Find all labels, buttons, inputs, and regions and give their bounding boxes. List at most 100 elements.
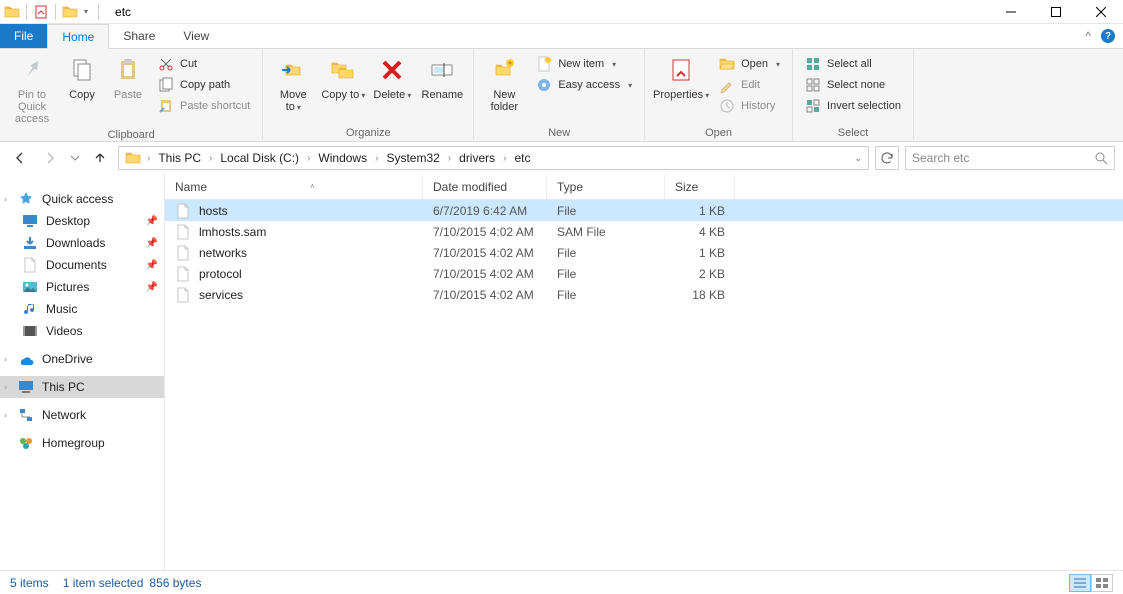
forward-button[interactable] xyxy=(38,146,62,170)
chevron-right-icon[interactable]: › xyxy=(4,354,7,364)
chevron-down-icon: ▾ xyxy=(628,81,632,90)
file-icon xyxy=(175,245,191,261)
chevron-right-icon[interactable]: › xyxy=(501,153,508,164)
chevron-right-icon[interactable]: › xyxy=(305,153,312,164)
new-item-button[interactable]: New item▾ xyxy=(532,54,620,74)
sidebar-item-quick-access[interactable]: ›Quick access xyxy=(0,188,164,210)
paste-button[interactable]: Paste xyxy=(106,52,150,103)
table-row[interactable]: services7/10/2015 4:02 AMFile18 KB xyxy=(165,284,1123,305)
search-input[interactable]: Search etc xyxy=(905,146,1115,170)
edit-icon xyxy=(719,77,735,93)
chevron-right-icon[interactable]: › xyxy=(4,410,7,420)
sidebar-item-network[interactable]: ›Network xyxy=(0,404,164,426)
delete-button[interactable]: Delete▾ xyxy=(369,52,415,103)
tab-home[interactable]: Home xyxy=(47,24,109,49)
sidebar-item-pictures[interactable]: Pictures📌 xyxy=(0,276,164,298)
thumbnails-view-button[interactable] xyxy=(1091,574,1113,592)
breadcrumb[interactable]: etc xyxy=(509,147,537,169)
help-icon[interactable]: ? xyxy=(1101,29,1115,43)
address-dropdown-icon[interactable]: ⌄ xyxy=(854,153,862,164)
star-icon xyxy=(18,191,34,207)
maximize-button[interactable] xyxy=(1033,0,1078,24)
address-bar[interactable]: › This PC› Local Disk (C:)› Windows› Sys… xyxy=(118,146,869,170)
edit-button[interactable]: Edit xyxy=(715,75,764,95)
file-name: protocol xyxy=(199,267,242,281)
chevron-down-icon: ▾ xyxy=(612,60,616,69)
new-folder-button[interactable]: New folder xyxy=(480,52,528,115)
copy-to-icon xyxy=(327,54,359,86)
file-name: lmhosts.sam xyxy=(199,225,266,239)
breadcrumb[interactable]: This PC xyxy=(152,147,207,169)
up-button[interactable] xyxy=(88,146,112,170)
chevron-right-icon[interactable]: › xyxy=(145,153,152,164)
sidebar-item-this-pc[interactable]: ›This PC xyxy=(0,376,164,398)
file-name: services xyxy=(199,288,243,302)
sidebar-item-homegroup[interactable]: Homegroup xyxy=(0,432,164,454)
chevron-right-icon[interactable]: › xyxy=(207,153,214,164)
rename-button[interactable]: Rename xyxy=(417,52,467,103)
sidebar-item-videos[interactable]: Videos xyxy=(0,320,164,342)
close-button[interactable] xyxy=(1078,0,1123,24)
tab-file[interactable]: File xyxy=(0,24,47,48)
open-button[interactable]: Open▾ xyxy=(715,54,784,74)
copy-path-button[interactable]: Copy path xyxy=(154,75,234,95)
tab-view[interactable]: View xyxy=(169,24,223,48)
paste-shortcut-button[interactable]: Paste shortcut xyxy=(154,96,254,116)
sidebar-item-documents[interactable]: Documents📌 xyxy=(0,254,164,276)
sidebar-item-desktop[interactable]: Desktop📌 xyxy=(0,210,164,232)
qat-folder-icon[interactable] xyxy=(62,4,78,20)
chevron-right-icon[interactable]: › xyxy=(373,153,380,164)
chevron-right-icon[interactable]: › xyxy=(446,153,453,164)
details-view-button[interactable] xyxy=(1069,574,1091,592)
sidebar-item-downloads[interactable]: Downloads📌 xyxy=(0,232,164,254)
table-row[interactable]: networks7/10/2015 4:02 AMFile1 KB xyxy=(165,242,1123,263)
homegroup-icon xyxy=(18,435,34,451)
breadcrumb[interactable]: Windows xyxy=(312,147,373,169)
recent-locations-button[interactable] xyxy=(68,146,82,170)
column-name[interactable]: Name˄ xyxy=(165,174,423,199)
invert-selection-button[interactable]: Invert selection xyxy=(801,96,905,116)
move-to-button[interactable]: Move to▾ xyxy=(269,52,317,115)
properties-button[interactable]: Properties▾ xyxy=(651,52,711,103)
column-type[interactable]: Type xyxy=(547,174,665,199)
sidebar-item-onedrive[interactable]: ›OneDrive xyxy=(0,348,164,370)
group-label-clipboard: Clipboard xyxy=(6,127,256,141)
qat-properties-icon[interactable] xyxy=(33,4,49,20)
chevron-right-icon[interactable]: › xyxy=(4,194,7,204)
chevron-right-icon[interactable]: › xyxy=(4,382,7,392)
this-pc-icon xyxy=(18,379,34,395)
select-all-button[interactable]: Select all xyxy=(801,54,876,74)
history-button[interactable]: History xyxy=(715,96,779,116)
sidebar-item-music[interactable]: Music xyxy=(0,298,164,320)
easy-access-button[interactable]: Easy access▾ xyxy=(532,75,636,95)
table-row[interactable]: protocol7/10/2015 4:02 AMFile2 KB xyxy=(165,263,1123,284)
collapse-ribbon-icon[interactable]: ^ xyxy=(1085,29,1091,43)
refresh-button[interactable] xyxy=(875,146,899,170)
minimize-button[interactable] xyxy=(988,0,1033,24)
file-date: 6/7/2019 6:42 AM xyxy=(423,204,547,218)
status-bytes: 856 bytes xyxy=(149,576,201,590)
back-button[interactable] xyxy=(8,146,32,170)
select-all-icon xyxy=(805,56,821,72)
properties-icon xyxy=(665,54,697,86)
breadcrumb[interactable]: Local Disk (C:) xyxy=(214,147,305,169)
table-row[interactable]: hosts6/7/2019 6:42 AMFile1 KB xyxy=(165,200,1123,221)
breadcrumb[interactable]: drivers xyxy=(453,147,501,169)
videos-icon xyxy=(22,323,38,339)
tab-share[interactable]: Share xyxy=(109,24,169,48)
column-date[interactable]: Date modified xyxy=(423,174,547,199)
table-row[interactable]: lmhosts.sam7/10/2015 4:02 AMSAM File4 KB xyxy=(165,221,1123,242)
column-size[interactable]: Size xyxy=(665,174,735,199)
cut-button[interactable]: Cut xyxy=(154,54,201,74)
copy-to-button[interactable]: Copy to▾ xyxy=(319,52,367,103)
new-item-icon xyxy=(536,56,552,72)
breadcrumb[interactable]: System32 xyxy=(380,147,445,169)
chevron-down-icon: ▾ xyxy=(705,91,709,100)
scissors-icon xyxy=(158,56,174,72)
file-type: SAM File xyxy=(547,225,665,239)
select-none-button[interactable]: Select none xyxy=(801,75,889,95)
copy-button[interactable]: Copy xyxy=(60,52,104,103)
qat-dropdown-icon[interactable]: ▾ xyxy=(80,7,92,16)
easy-access-icon xyxy=(536,77,552,93)
pin-quick-access-button[interactable]: Pin to Quick access xyxy=(6,52,58,127)
